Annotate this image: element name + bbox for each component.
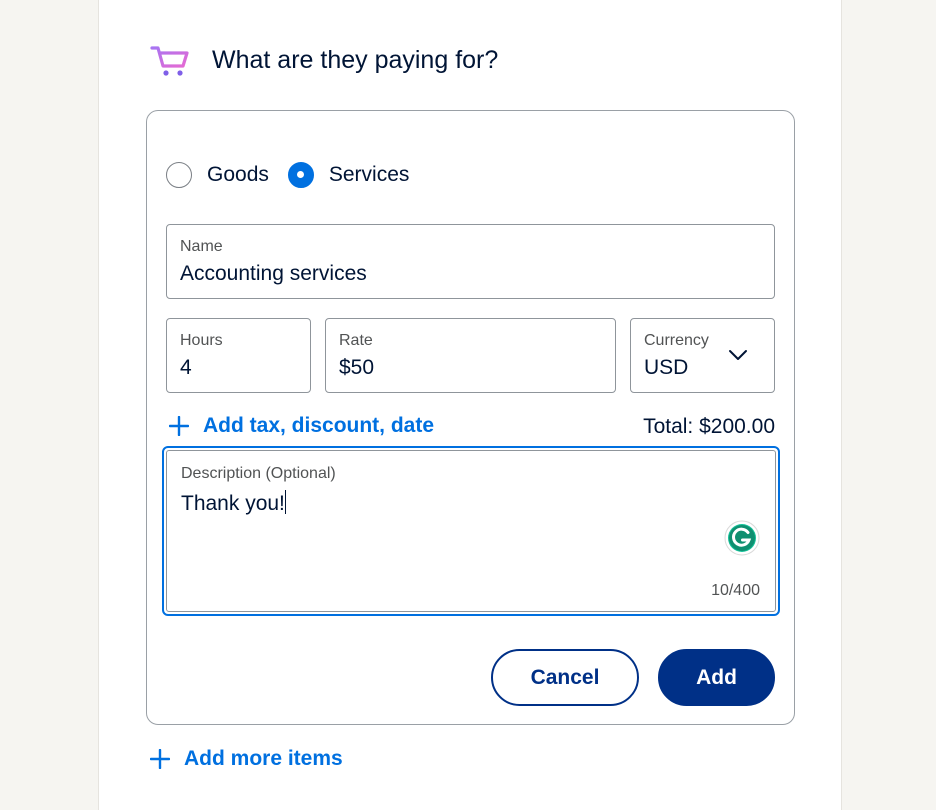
- hours-field[interactable]: Hours 4: [166, 318, 311, 393]
- grammarly-icon[interactable]: [724, 520, 760, 556]
- plus-icon: [169, 416, 189, 436]
- radio-services-circle[interactable]: [287, 162, 314, 188]
- plus-icon: [150, 749, 170, 769]
- description-value[interactable]: Thank you!: [181, 492, 285, 515]
- add-more-items-text[interactable]: Add more items: [184, 747, 343, 771]
- text-caret: [284, 490, 286, 514]
- radio-goods[interactable]: Goods: [166, 162, 269, 188]
- hours-field-value[interactable]: 4: [180, 356, 192, 380]
- currency-select[interactable]: Currency USD: [630, 318, 775, 393]
- section-title: What are they paying for?: [212, 46, 499, 74]
- rate-field[interactable]: Rate $50: [325, 318, 616, 393]
- description-value-wrapper[interactable]: Thank you!: [181, 490, 286, 516]
- description-inner-border: Description (Optional) Thank you! 10/400: [166, 450, 776, 612]
- currency-select-value[interactable]: USD: [644, 356, 688, 380]
- radio-goods-circle[interactable]: [166, 162, 192, 188]
- item-type-radio-group: Goods Services: [166, 162, 409, 188]
- rate-field-value[interactable]: $50: [339, 356, 374, 380]
- currency-select-label: Currency: [644, 332, 709, 349]
- add-button[interactable]: Add: [658, 649, 775, 706]
- character-counter: 10/400: [711, 582, 760, 599]
- add-more-items-link[interactable]: Add more items: [150, 747, 343, 771]
- name-field-label: Name: [180, 238, 223, 255]
- name-field[interactable]: Name Accounting services: [166, 224, 775, 299]
- section-header: What are they paying for?: [150, 42, 498, 78]
- add-tax-link-text[interactable]: Add tax, discount, date: [203, 414, 434, 438]
- shopping-cart-icon: [150, 46, 189, 76]
- rate-field-label: Rate: [339, 332, 373, 349]
- cancel-button[interactable]: Cancel: [491, 649, 639, 706]
- radio-services-label: Services: [328, 163, 410, 186]
- radio-services[interactable]: Services: [287, 162, 410, 188]
- add-tax-discount-date-link[interactable]: Add tax, discount, date: [169, 414, 434, 438]
- total-amount: Total: $200.00: [643, 415, 775, 438]
- description-textarea[interactable]: Description (Optional) Thank you! 10/400: [162, 446, 780, 616]
- description-label: Description (Optional): [181, 465, 336, 482]
- radio-goods-label: Goods: [207, 163, 269, 186]
- chevron-down-icon[interactable]: [728, 349, 748, 361]
- hours-field-label: Hours: [180, 332, 223, 349]
- name-field-value[interactable]: Accounting services: [180, 262, 367, 286]
